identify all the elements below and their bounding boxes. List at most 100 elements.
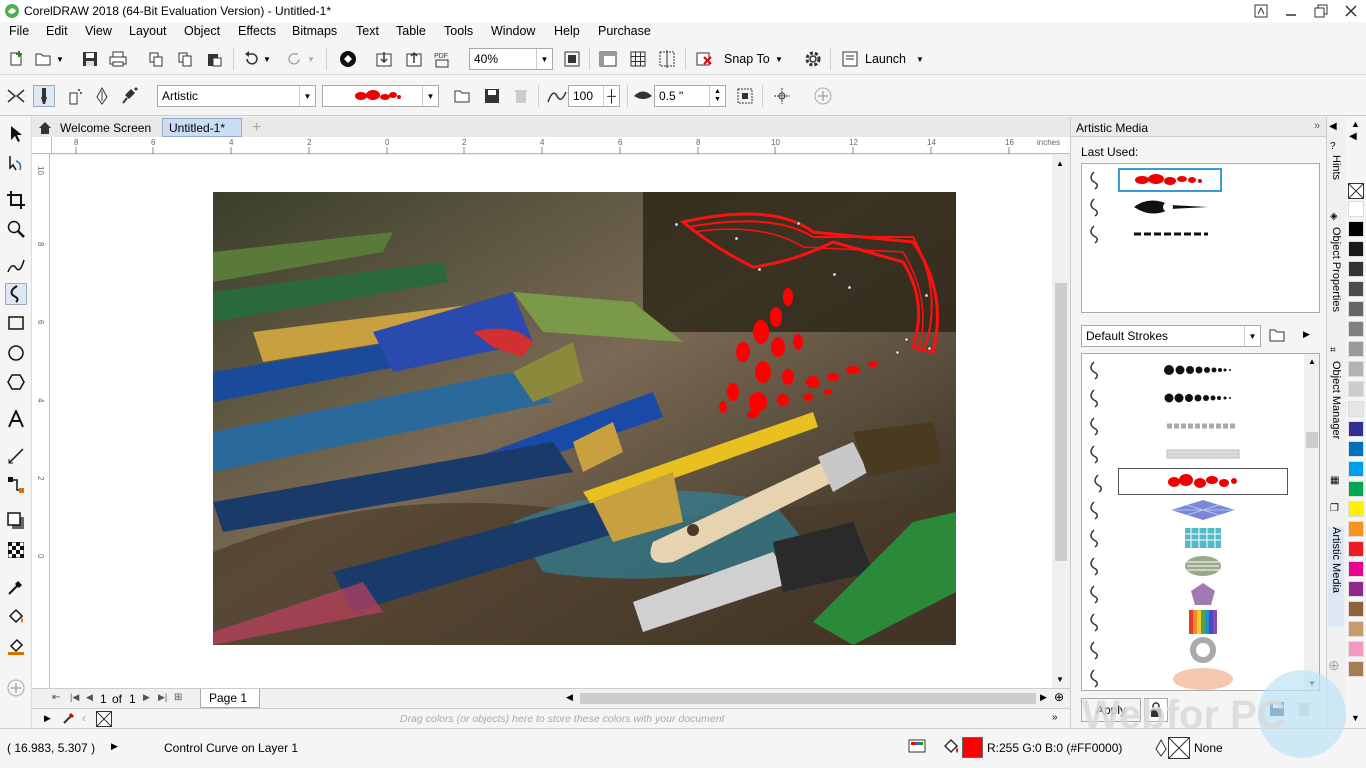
stroke-list-scrollbar[interactable]: ▲ ▼ (1304, 354, 1319, 690)
zoom-chevron-down-icon[interactable]: ▼ (536, 49, 552, 69)
tab-welcome-screen[interactable]: Welcome Screen (32, 118, 162, 137)
smart-fill-tool-icon[interactable] (5, 635, 27, 657)
polygon-tool-icon[interactable] (5, 371, 27, 393)
list-item[interactable] (1086, 220, 1300, 247)
first-page-button-icon[interactable]: |◀ (70, 692, 79, 703)
save-icon[interactable] (79, 48, 101, 70)
menu-layout[interactable]: Layout (129, 24, 167, 38)
side-tabs-collapse-icon[interactable]: ◀ (1329, 121, 1337, 132)
color-swatch[interactable] (1348, 241, 1364, 257)
list-item[interactable] (1086, 580, 1300, 607)
color-styles-icon[interactable]: ▦ (1330, 475, 1339, 486)
color-swatch[interactable] (1348, 561, 1364, 577)
color-swatch[interactable] (1348, 501, 1364, 517)
vertical-scrollbar[interactable]: ▲ ▼ (1052, 155, 1070, 688)
launch-app-icon[interactable] (839, 48, 861, 70)
zoom-tool-icon[interactable] (5, 218, 27, 240)
color-swatch[interactable] (1348, 301, 1364, 317)
category-chevron-down-icon[interactable]: ▼ (299, 86, 315, 106)
navigator-zoom-icon[interactable]: ⊕ (1054, 690, 1064, 704)
color-swatch[interactable] (1348, 621, 1364, 637)
tab-object-properties[interactable]: Object Properties (1328, 227, 1344, 312)
list-item[interactable] (1086, 608, 1300, 635)
snap-to-chevron-down-icon[interactable]: ▼ (772, 48, 786, 70)
export-icon[interactable] (403, 48, 425, 70)
color-swatch[interactable] (1348, 441, 1364, 457)
show-guidelines-icon[interactable] (656, 48, 678, 70)
add-plus-icon[interactable] (812, 85, 834, 107)
last-page-icon[interactable]: ▶| (158, 692, 167, 703)
horizontal-ruler[interactable]: 8 6 4 2 0 2 4 6 8 10 12 14 16 inches (52, 137, 1070, 154)
snap-off-icon[interactable] (693, 48, 715, 70)
color-swatch[interactable] (1348, 461, 1364, 477)
calligraphic-mode-icon[interactable] (91, 85, 113, 107)
interactive-fill-tool-icon[interactable] (5, 606, 27, 628)
tab-untitled-1[interactable]: Untitled-1* (162, 118, 242, 137)
browse-folder-icon[interactable] (452, 85, 474, 107)
smoothing-field[interactable]: 100 ┼ (568, 85, 620, 107)
open-recent-chevron-icon[interactable]: ▼ (53, 48, 67, 70)
stroke-width-icon[interactable] (632, 85, 654, 107)
stroke-library-combo[interactable]: Default Strokes ▼ (1081, 325, 1261, 347)
color-swatch[interactable] (1348, 361, 1364, 377)
palette-scroll-up-icon[interactable]: ▲ (1351, 119, 1360, 129)
palette-flyout-icon[interactable]: ◀ (1349, 131, 1357, 142)
stroke-category-combo[interactable]: Artistic ▼ (157, 85, 316, 107)
stroke-chevron-down-icon[interactable]: ▼ (422, 86, 438, 106)
docker-menu-chevron-icon[interactable]: ▶ (1303, 329, 1310, 340)
minimize-button[interactable] (1276, 0, 1306, 22)
options-gear-icon[interactable] (802, 48, 824, 70)
list-scroll-up-chevron-icon[interactable]: ▲ (1308, 357, 1316, 366)
list-scroll-thumb[interactable] (1306, 432, 1318, 448)
status-expand-chevron-icon[interactable]: ▶ (111, 741, 118, 752)
list-item[interactable] (1086, 496, 1300, 523)
tab-object-manager[interactable]: Object Manager (1328, 361, 1344, 439)
browse-library-folder-icon[interactable] (1269, 327, 1287, 346)
scroll-left-chevron-icon[interactable]: ◀ (566, 692, 573, 703)
add-tool-plus-icon[interactable] (5, 677, 27, 699)
menu-window[interactable]: Window (491, 24, 535, 38)
delete-stroke-icon[interactable] (510, 85, 532, 107)
no-color-swatch-icon[interactable] (96, 711, 112, 727)
color-swatch[interactable] (1348, 381, 1364, 397)
drop-shadow-tool-icon[interactable] (5, 510, 27, 532)
color-proof-icon[interactable] (908, 739, 926, 758)
bounding-box-icon[interactable] (734, 85, 756, 107)
scroll-up-chevron-icon[interactable]: ▲ (1056, 159, 1064, 168)
color-swatch[interactable] (1348, 321, 1364, 337)
color-swatch[interactable] (1348, 221, 1364, 237)
paint-brushes-photo[interactable] (213, 192, 956, 645)
list-item[interactable] (1086, 552, 1300, 579)
expression-mode-icon[interactable] (119, 85, 141, 107)
color-swatch[interactable] (1348, 341, 1364, 357)
crop-tool-icon[interactable] (5, 189, 27, 211)
ruler-origin[interactable] (32, 137, 52, 154)
paste-icon[interactable] (203, 48, 225, 70)
vertical-ruler[interactable]: 10 8 6 4 2 0 (32, 154, 50, 688)
fill-color-swatch[interactable] (962, 737, 983, 758)
color-swatch[interactable] (1348, 261, 1364, 277)
docker-expand-icon[interactable]: » (1314, 120, 1320, 132)
list-item[interactable] (1086, 384, 1300, 411)
pick-tool-icon[interactable] (5, 123, 27, 145)
brush-mode-icon[interactable] (33, 85, 55, 107)
list-item[interactable] (1086, 636, 1300, 663)
list-item[interactable] (1086, 356, 1300, 383)
color-swatch[interactable] (1348, 401, 1364, 417)
launch-label[interactable]: Launch (865, 52, 906, 66)
scroll-right-chevron-icon[interactable]: ▶ (1040, 692, 1047, 703)
tab-hints[interactable]: Hints (1328, 155, 1344, 180)
account-icon[interactable] (1246, 0, 1276, 22)
library-chevron-down-icon[interactable]: ▼ (1244, 326, 1260, 346)
print-icon[interactable] (107, 48, 129, 70)
list-item[interactable] (1086, 193, 1300, 220)
new-tab-plus-icon[interactable]: + (246, 118, 266, 137)
menu-help[interactable]: Help (554, 24, 580, 38)
eyedropper-icon[interactable] (62, 711, 76, 728)
undo-icon[interactable] (240, 48, 262, 70)
menu-table[interactable]: Table (396, 24, 426, 38)
copy-icon[interactable] (174, 48, 196, 70)
fill-bucket-icon[interactable] (942, 738, 960, 759)
color-swatch[interactable] (1348, 541, 1364, 557)
menu-edit[interactable]: Edit (46, 24, 68, 38)
